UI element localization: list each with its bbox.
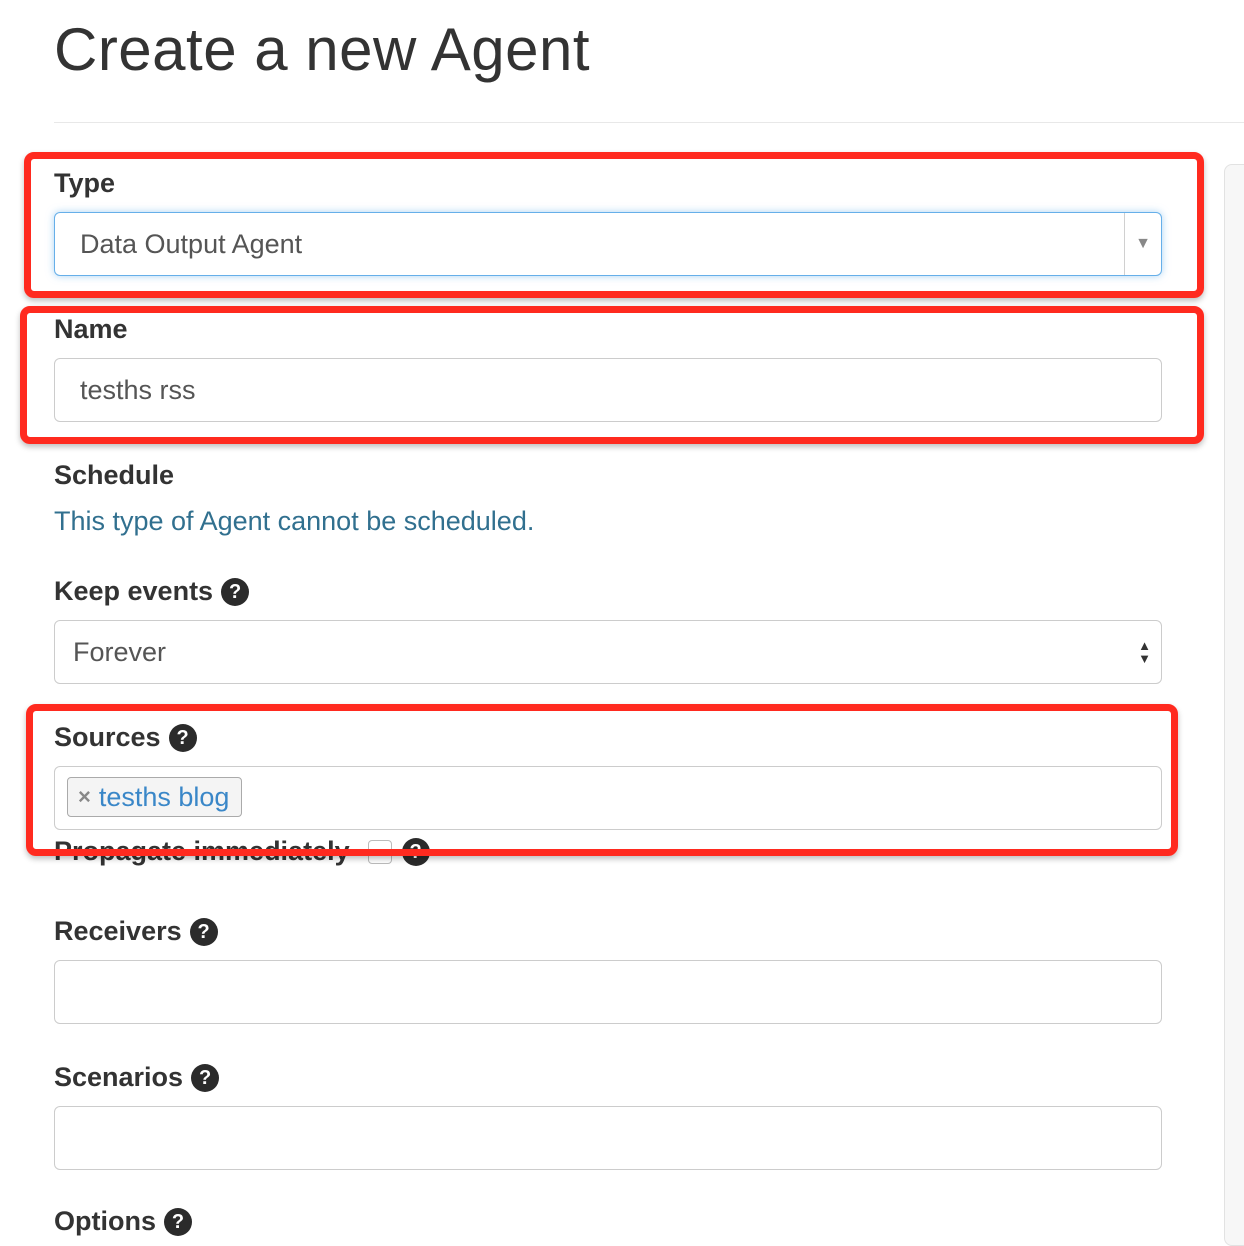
- remove-tag-icon[interactable]: ×: [78, 784, 91, 810]
- keep-events-label: Keep events ?: [54, 576, 250, 607]
- propagate-checkbox[interactable]: [367, 839, 392, 864]
- name-label-text: Name: [54, 314, 128, 344]
- help-icon[interactable]: ?: [191, 1063, 220, 1092]
- schedule-label: Schedule: [54, 460, 174, 491]
- schedule-info-text: This type of Agent cannot be scheduled.: [54, 506, 535, 536]
- side-panel: [1224, 164, 1244, 1246]
- schedule-label-text: Schedule: [54, 460, 175, 490]
- source-tag[interactable]: × tesths blog: [67, 777, 243, 817]
- scenarios-label: Scenarios ?: [54, 1062, 220, 1093]
- receivers-input[interactable]: [54, 960, 1162, 1024]
- keep-events-select[interactable]: Forever ▲ ▼: [54, 620, 1162, 684]
- propagate-row: Propagate immediately ?: [54, 836, 430, 867]
- sources-input[interactable]: × tesths blog: [54, 766, 1162, 830]
- type-dropdown-toggle[interactable]: ▼: [1124, 213, 1161, 275]
- help-icon[interactable]: ?: [168, 723, 197, 752]
- caret-down-icon: ▼: [1135, 235, 1151, 252]
- page-title: Create a new Agent: [54, 16, 591, 83]
- keep-events-label-text: Keep events: [54, 576, 214, 606]
- type-label: Type: [54, 168, 115, 199]
- receivers-label-text: Receivers: [54, 916, 182, 946]
- help-icon[interactable]: ?: [189, 917, 218, 946]
- name-label: Name: [54, 314, 128, 345]
- sources-label: Sources ?: [54, 722, 197, 753]
- type-label-text: Type: [54, 168, 116, 198]
- updown-arrows-icon: ▲ ▼: [1138, 638, 1151, 666]
- keep-events-value: Forever: [73, 636, 167, 667]
- name-input[interactable]: tesths rss: [54, 358, 1162, 422]
- sources-label-text: Sources: [54, 722, 161, 752]
- source-tag-label: tesths blog: [98, 781, 230, 812]
- propagate-label: Propagate immediately: [54, 836, 350, 866]
- scenarios-label-text: Scenarios: [54, 1062, 184, 1092]
- type-select-value: Data Output Agent: [80, 228, 303, 259]
- type-select[interactable]: Data Output Agent ▼: [54, 212, 1162, 276]
- help-icon[interactable]: ?: [401, 837, 430, 866]
- help-icon[interactable]: ?: [221, 577, 250, 606]
- scenarios-input[interactable]: [54, 1106, 1162, 1170]
- title-divider: [54, 122, 1244, 123]
- receivers-label: Receivers ?: [54, 916, 218, 947]
- name-input-value: tesths rss: [80, 374, 196, 405]
